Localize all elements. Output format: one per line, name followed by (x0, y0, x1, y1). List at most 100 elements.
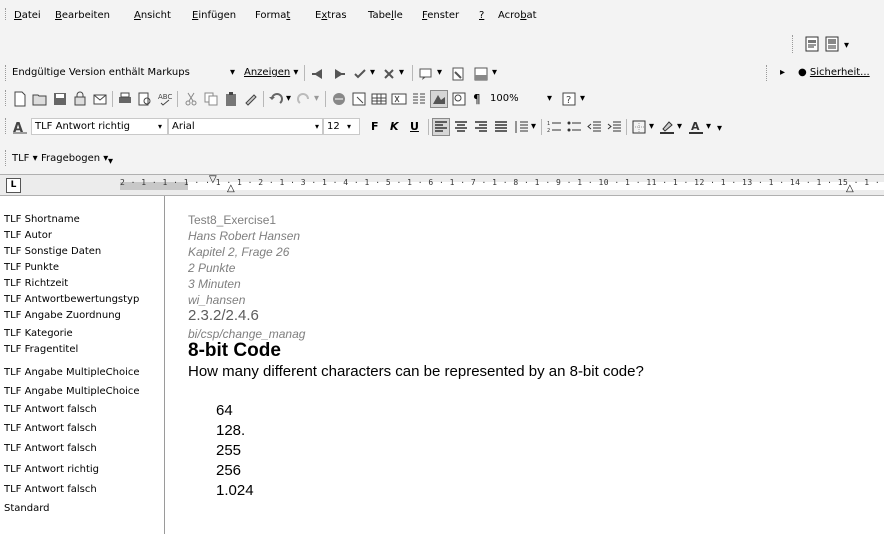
bold-button[interactable]: F (371, 120, 379, 133)
formatting-toolbar-options-icon[interactable]: ▾ (717, 123, 722, 134)
style-area-row[interactable]: TLF Antwort falsch (4, 404, 97, 415)
document-map-icon[interactable] (451, 91, 467, 107)
style-area-row[interactable]: TLF Fragentitel (4, 344, 78, 355)
email-icon[interactable] (92, 91, 108, 107)
tlf-menu[interactable]: TLF ▾ (12, 153, 38, 164)
show-menu[interactable]: Anzeigen ▾ (244, 67, 298, 78)
style-area-row[interactable]: TLF Antwort falsch (4, 443, 97, 454)
menu-bearbeiten[interactable]: Bearbeiten (55, 10, 110, 21)
menu-extras[interactable]: Extras (315, 10, 347, 21)
insert-excel-icon[interactable] (391, 91, 407, 107)
tab-stop-selector[interactable]: L (6, 178, 21, 193)
menu-tabelle[interactable]: Tabelle (368, 10, 403, 21)
hyperlink-icon[interactable] (331, 91, 347, 107)
reject-change-icon[interactable] (381, 66, 397, 82)
security-toolbar-grip[interactable] (766, 65, 768, 81)
line-spacing-chevron-down-icon[interactable]: ▾ (531, 121, 536, 132)
style-area-row[interactable]: TLF Antwort falsch (4, 423, 97, 434)
reviewing-pane-icon[interactable] (473, 66, 489, 82)
underline-button[interactable]: U (410, 120, 419, 133)
redo-icon[interactable] (296, 91, 312, 107)
previous-change-icon[interactable] (310, 66, 326, 82)
convert-to-pdf-icon[interactable] (804, 36, 820, 52)
insert-comment-chevron-down-icon[interactable]: ▾ (437, 67, 442, 78)
style-area-row[interactable]: TLF Sonstige Daten (4, 246, 101, 257)
redo-chevron-down-icon[interactable]: ▾ (314, 93, 319, 104)
menu-help[interactable]: ? (479, 10, 484, 21)
style-area-row[interactable]: TLF Antwort richtig (4, 464, 99, 475)
drawing-icon[interactable] (430, 90, 448, 108)
font-select[interactable]: Arial (168, 118, 323, 135)
menu-bar-grip[interactable] (5, 8, 7, 20)
spelling-icon[interactable]: ABC (157, 91, 173, 107)
highlight-chevron-down-icon[interactable]: ▾ (677, 121, 682, 132)
markup-mode-select[interactable]: Endgültige Version enthält Markups (12, 67, 190, 78)
insert-table-icon[interactable] (371, 91, 387, 107)
markup-mode-chevron-down-icon[interactable]: ▾ (230, 67, 235, 78)
show-formatting-marks-icon[interactable]: ¶ (473, 92, 481, 106)
save-icon[interactable] (52, 91, 68, 107)
font-color-chevron-down-icon[interactable]: ▾ (706, 121, 711, 132)
first-line-indent-marker[interactable]: ▽ (209, 174, 217, 185)
reviewing-toolbar-grip[interactable] (5, 65, 7, 81)
style-select[interactable]: TLF Antwort richtig (31, 118, 168, 135)
bullets-icon[interactable] (566, 119, 582, 135)
style-area-row[interactable]: TLF Autor (4, 230, 52, 241)
standard-toolbar-options-icon[interactable]: ▾ (580, 93, 585, 104)
style-area-row[interactable]: TLF Kategorie (4, 328, 73, 339)
align-right-icon[interactable] (473, 119, 489, 135)
align-center-icon[interactable] (453, 119, 469, 135)
tlf-toolbar-grip[interactable] (5, 150, 7, 166)
menu-einfuegen[interactable]: Einfügen (192, 10, 236, 21)
format-painter-icon[interactable] (243, 91, 259, 107)
menu-acrobat[interactable]: Acrobat (498, 10, 537, 21)
permission-icon[interactable] (72, 91, 88, 107)
help-icon[interactable]: ? (561, 91, 577, 107)
tlf-toolbar-options-icon[interactable]: ▾ (108, 156, 113, 167)
zoom-select[interactable]: 100% (490, 93, 519, 104)
new-document-icon[interactable] (12, 91, 28, 107)
font-chevron-down-icon[interactable]: ▾ (315, 122, 319, 131)
borders-icon[interactable] (631, 119, 647, 135)
fragebogen-menu[interactable]: Fragebogen ▾ (41, 153, 108, 164)
accept-change-chevron-down-icon[interactable]: ▾ (370, 67, 375, 78)
track-changes-icon[interactable] (450, 66, 466, 82)
copy-icon[interactable] (203, 91, 219, 107)
style-area-row[interactable]: TLF Richtzeit (4, 278, 68, 289)
reject-change-chevron-down-icon[interactable]: ▾ (399, 67, 404, 78)
undo-chevron-down-icon[interactable]: ▾ (286, 93, 291, 104)
pdf-toolbar-options-icon[interactable]: ▾ (844, 40, 849, 51)
toolbar-options-chevron-down-icon[interactable]: ▾ (492, 67, 497, 78)
accept-change-icon[interactable] (352, 66, 368, 82)
security-expand-icon[interactable]: ▸ (780, 67, 785, 78)
standard-toolbar-grip[interactable] (5, 90, 7, 106)
undo-icon[interactable] (268, 91, 284, 107)
style-area-row[interactable]: Standard (4, 503, 50, 514)
formatting-toolbar-grip[interactable] (5, 118, 7, 134)
security-button[interactable]: ● Sicherheit... (798, 67, 870, 78)
align-left-icon[interactable] (432, 118, 450, 136)
font-size-chevron-down-icon[interactable]: ▾ (347, 122, 351, 131)
zoom-chevron-down-icon[interactable]: ▾ (547, 93, 552, 104)
menu-fenster[interactable]: Fenster (422, 10, 459, 21)
justify-icon[interactable] (493, 119, 509, 135)
line-spacing-icon[interactable] (513, 119, 529, 135)
menu-format[interactable]: Format (255, 10, 290, 21)
convert-and-email-pdf-icon[interactable] (824, 36, 840, 52)
borders-chevron-down-icon[interactable]: ▾ (649, 121, 654, 132)
style-chevron-down-icon[interactable]: ▾ (158, 122, 162, 131)
style-area-row[interactable]: TLF Punkte (4, 262, 59, 273)
highlight-icon[interactable] (659, 119, 675, 135)
next-change-icon[interactable] (331, 66, 347, 82)
hanging-indent-marker[interactable]: △ (227, 183, 235, 194)
insert-comment-icon[interactable] (418, 66, 434, 82)
numbering-icon[interactable]: 12 (546, 119, 562, 135)
menu-ansicht[interactable]: Ansicht (134, 10, 171, 21)
print-preview-icon[interactable] (137, 91, 153, 107)
decrease-indent-icon[interactable] (586, 119, 602, 135)
style-area-row[interactable]: TLF Antwort falsch (4, 484, 97, 495)
style-area-row[interactable]: TLF Angabe Zuordnung (4, 310, 121, 321)
right-indent-marker[interactable]: △ (846, 183, 854, 194)
pdf-toolbar-grip[interactable] (792, 35, 794, 53)
styles-formatting-icon[interactable]: A (12, 119, 28, 135)
